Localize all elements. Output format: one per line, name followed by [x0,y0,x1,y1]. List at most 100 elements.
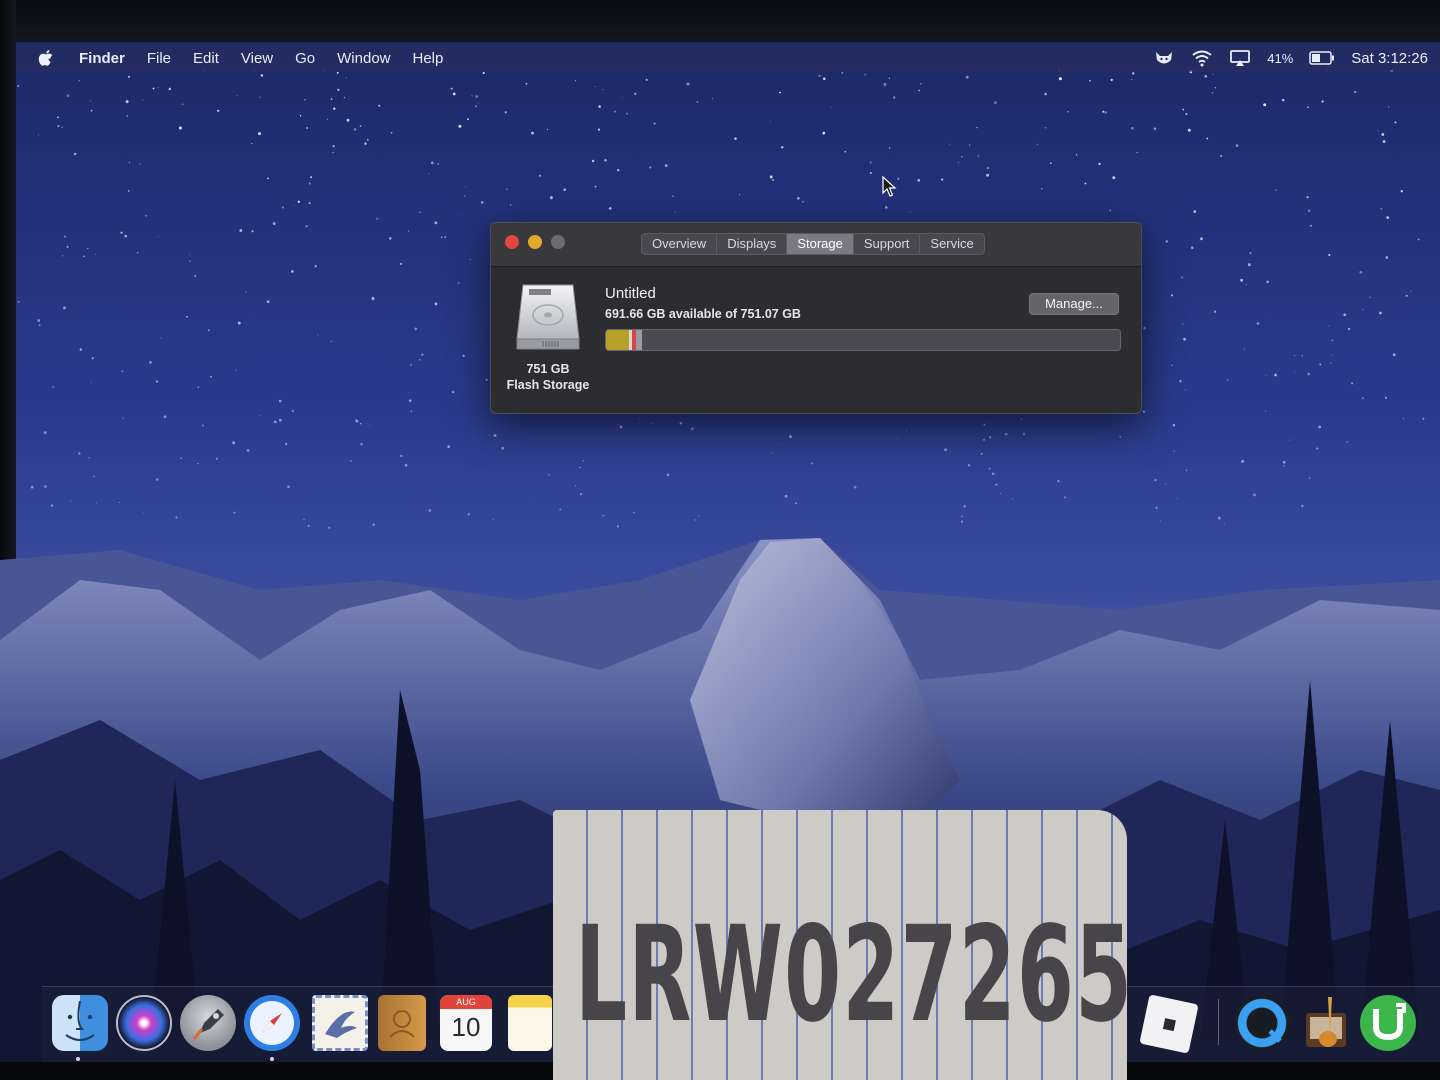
star [336,71,339,74]
star [259,96,261,98]
star [1213,310,1217,313]
star [609,207,612,210]
battery-icon[interactable] [1309,51,1335,65]
star [458,282,460,284]
star [1036,143,1039,146]
menu-window[interactable]: Window [326,50,401,67]
star [1388,106,1390,108]
menu-clock[interactable]: Sat 3:12:26 [1351,50,1428,67]
menu-file[interactable]: File [136,50,182,67]
menu-help[interactable]: Help [402,50,455,67]
star [246,449,250,452]
star [1119,435,1122,438]
star [672,195,674,197]
star [626,112,628,115]
star [480,201,484,204]
star [197,386,200,388]
apple-menu-icon[interactable] [38,48,56,68]
menu-app-name[interactable]: Finder [68,50,136,67]
star [1143,326,1146,330]
star [1154,479,1157,482]
star [440,236,443,238]
star [330,340,333,343]
star [632,511,635,514]
screen-bezel-top [0,0,1440,42]
storage-segment-free[interactable] [642,330,1120,350]
star [278,399,282,403]
star [1155,506,1158,509]
window-titlebar[interactable]: Overview Displays Storage Support Servic… [491,223,1141,267]
star [66,245,69,248]
star [149,361,152,364]
storage-usage-bar[interactable] [605,329,1121,351]
star [91,357,94,360]
roblox-icon[interactable] [1139,994,1199,1054]
menu-go[interactable]: Go [284,50,326,67]
star [482,71,485,75]
star [621,97,623,99]
star [1321,100,1324,103]
star [1354,91,1357,94]
star [884,206,888,209]
tab-displays[interactable]: Displays [717,234,788,254]
manage-button[interactable]: Manage... [1029,293,1119,315]
star [78,452,81,455]
airplay-icon[interactable] [1229,49,1251,67]
mail-icon[interactable] [312,995,368,1051]
star [50,504,54,507]
star [139,163,141,165]
finder-icon[interactable] [52,995,108,1051]
star [467,118,470,121]
minimize-button[interactable] [528,235,542,249]
star [235,369,237,371]
siri-icon[interactable] [116,995,172,1051]
star [337,88,340,91]
star [1040,187,1043,190]
star [390,132,393,134]
garageband-icon[interactable] [1298,995,1354,1051]
star [1400,189,1404,193]
notes-icon[interactable] [508,995,552,1051]
star [1212,73,1214,76]
menu-view[interactable]: View [230,50,284,67]
quicktime-icon[interactable] [1234,995,1290,1051]
star [444,236,447,239]
star [1044,127,1047,129]
star [944,448,948,452]
calendar-icon[interactable]: AUG 10 [440,995,492,1051]
star [1218,516,1220,518]
tab-overview[interactable]: Overview [642,234,718,254]
star [841,71,844,74]
star [488,434,490,436]
star [1058,77,1062,81]
star [1165,483,1167,485]
star [408,399,412,402]
tab-service[interactable]: Service [920,234,983,254]
cat-icon[interactable] [1153,49,1175,67]
star [236,95,238,97]
star [143,511,145,513]
tab-storage[interactable]: Storage [787,234,854,254]
tab-support[interactable]: Support [854,234,921,254]
launchpad-icon[interactable] [180,995,236,1051]
star [30,485,34,489]
star [579,466,581,469]
storage-segment-apps[interactable] [606,330,630,350]
battery-percentage[interactable]: 41% [1267,51,1293,66]
utorrent-icon[interactable] [1360,995,1416,1051]
star [546,128,549,130]
star [789,435,792,439]
safari-icon[interactable] [244,995,300,1051]
star [125,100,129,104]
close-button[interactable] [505,235,519,249]
disk-type-label: Flash Storage [506,378,590,392]
star [1245,283,1247,286]
star [93,475,95,478]
star [1265,410,1267,412]
volume-name: Untitled [605,285,656,302]
star [360,442,363,446]
contacts-icon[interactable] [378,995,426,1051]
star [1109,209,1111,212]
menu-edit[interactable]: Edit [182,50,230,67]
wifi-icon[interactable] [1191,49,1213,67]
